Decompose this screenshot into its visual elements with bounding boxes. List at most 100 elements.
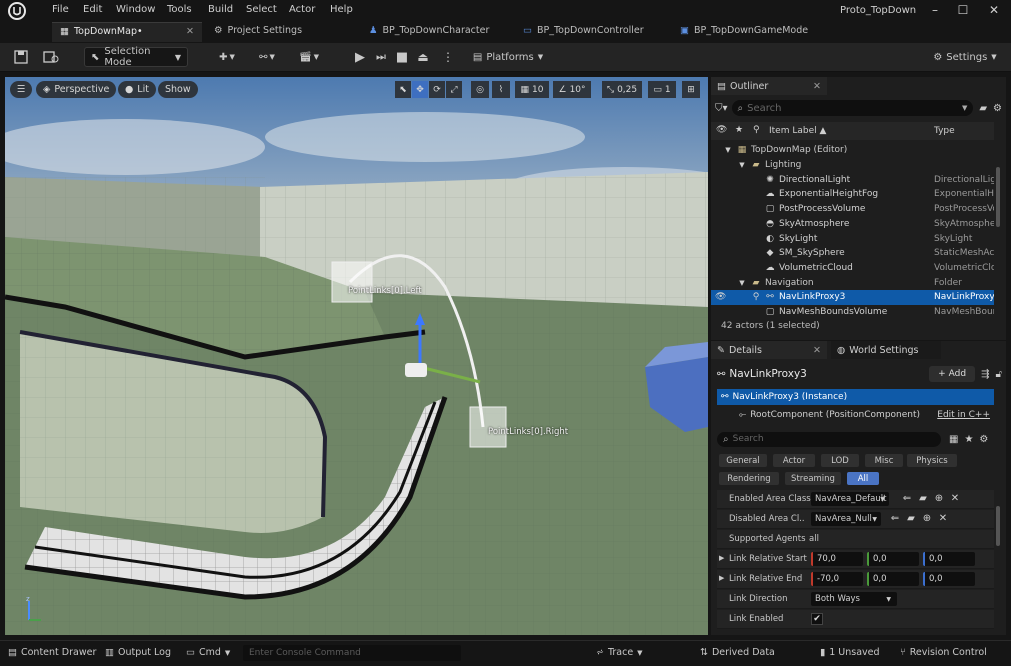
expand-arrow-icon[interactable]: ▼ bbox=[737, 160, 747, 170]
blueprint-convert-icon[interactable]: ⇶ bbox=[981, 369, 989, 380]
menu-edit[interactable]: Edit bbox=[83, 4, 102, 15]
maximize-icon[interactable]: ☐ bbox=[953, 3, 973, 19]
favorite-icon[interactable]: ★ bbox=[964, 434, 973, 445]
tab-bp-topdowncontroller[interactable]: ▭ BP_TopDownController bbox=[515, 22, 652, 42]
select-tool-icon[interactable]: ⬉ bbox=[395, 81, 411, 98]
visibility-column-icon[interactable]: 👁︎ bbox=[716, 125, 727, 135]
browse-icon[interactable]: ▰ bbox=[905, 513, 917, 525]
unsaved-button[interactable]: ▮ 1 Unsaved bbox=[820, 647, 880, 658]
level-viewport[interactable]: PointLinks[0].Left PointLinks[0].Right ☰… bbox=[5, 77, 708, 635]
outliner-row[interactable]: ◐ SkyLight SkyLight bbox=[711, 231, 994, 246]
type-header[interactable]: Type bbox=[934, 126, 955, 136]
rotation-snap-button[interactable]: ∠ 10° bbox=[553, 81, 591, 98]
browse-icon[interactable]: ▰ bbox=[917, 493, 929, 505]
details-scrollbar[interactable] bbox=[996, 506, 1000, 546]
world-space-icon[interactable]: ◎ bbox=[471, 81, 489, 98]
outliner-row[interactable]: ✺ DirectionalLight DirectionalLight bbox=[711, 172, 994, 187]
outliner-row[interactable]: ▢ NavMeshBoundsVolume NavMeshBoundsVolume bbox=[711, 305, 994, 320]
menu-build[interactable]: Build bbox=[208, 4, 233, 15]
close-tab-icon[interactable]: ✕ bbox=[813, 345, 821, 356]
actor-name[interactable]: NavLinkProxy3 bbox=[729, 368, 806, 380]
expand-arrow-icon[interactable]: ▶ bbox=[719, 554, 724, 562]
supported-agents-value[interactable]: all bbox=[809, 534, 819, 544]
category-lod[interactable]: LOD bbox=[821, 454, 859, 467]
expand-arrow-icon[interactable]: ▶ bbox=[719, 574, 724, 582]
outliner-row[interactable]: ◓ SkyAtmosphere SkyAtmosphere bbox=[711, 217, 994, 232]
item-label-header[interactable]: Item Label ▲ bbox=[769, 126, 826, 136]
lock-icon[interactable]: 🔓︎ bbox=[996, 369, 1002, 380]
trace-dropdown[interactable]: ⩫ Trace ▼ bbox=[596, 647, 643, 658]
tab-bp-topdowngamemode[interactable]: ▣ BP_TopDownGameMode bbox=[672, 22, 816, 42]
camera-speed-button[interactable]: ▭ 1 bbox=[648, 81, 676, 98]
pin-icon[interactable]: ⚲ bbox=[751, 292, 761, 302]
lit-button[interactable]: ● Lit bbox=[118, 81, 156, 98]
visibility-icon[interactable]: 👁︎ bbox=[715, 292, 726, 302]
eject-icon[interactable]: ⏏ bbox=[415, 47, 431, 67]
details-search-input[interactable]: ⌕ Search bbox=[717, 431, 941, 447]
content-browser-icon[interactable] bbox=[40, 47, 62, 67]
category-rendering[interactable]: Rendering bbox=[719, 472, 779, 485]
perspective-button[interactable]: ◈ Perspective bbox=[36, 81, 117, 98]
outliner-row[interactable]: 👁︎ ⚲ ⚯ NavLinkProxy3 NavLinkProxy bbox=[711, 290, 994, 305]
content-drawer-button[interactable]: ▤ Content Drawer bbox=[8, 647, 96, 658]
link-start-z-field[interactable]: 0,0 bbox=[923, 552, 975, 566]
link-enabled-checkbox[interactable]: ✔ bbox=[811, 613, 823, 625]
surface-snap-icon[interactable]: ⌇ bbox=[492, 81, 510, 98]
close-tab-icon[interactable]: ✕ bbox=[186, 26, 194, 37]
unreal-logo-icon[interactable] bbox=[8, 2, 26, 20]
category-misc[interactable]: Misc bbox=[865, 454, 903, 467]
link-end-z-field[interactable]: 0,0 bbox=[923, 572, 975, 586]
component-instance-row[interactable]: ⚯ NavLinkProxy3 (Instance) bbox=[717, 389, 994, 405]
menu-actor[interactable]: Actor bbox=[289, 4, 315, 15]
expand-arrow-icon[interactable]: ▼ bbox=[723, 145, 733, 155]
outliner-row[interactable]: ☁ ExponentialHeightFog ExponentialHeightFo… bbox=[711, 187, 995, 202]
link-end-x-field[interactable]: -70,0 bbox=[811, 572, 863, 586]
outliner-row[interactable]: ▼ ▦ TopDownMap (Editor) bbox=[711, 143, 994, 158]
add-component-button[interactable]: + Add bbox=[929, 366, 976, 382]
minimize-icon[interactable]: – bbox=[925, 3, 945, 19]
gear-icon[interactable]: ⚙ bbox=[993, 103, 1002, 114]
back-arrow-icon[interactable]: ⇐ bbox=[889, 513, 901, 525]
link-direction-dropdown[interactable]: Both Ways ▼ bbox=[811, 592, 897, 606]
outliner-scrollbar[interactable] bbox=[996, 167, 1000, 227]
play-options-icon[interactable]: ⋮ bbox=[438, 47, 458, 67]
expand-arrow-icon[interactable]: ▼ bbox=[737, 278, 747, 288]
filter-icon[interactable]: ⛉▾ bbox=[715, 103, 728, 114]
tab-outliner[interactable]: ▤ Outliner ✕ bbox=[711, 77, 827, 95]
grid-snap-button[interactable]: ▦ 10 bbox=[515, 81, 549, 98]
menu-help[interactable]: Help bbox=[330, 4, 353, 15]
link-start-y-field[interactable]: 0,0 bbox=[867, 552, 919, 566]
menu-select[interactable]: Select bbox=[246, 4, 277, 15]
link-end-y-field[interactable]: 0,0 bbox=[867, 572, 919, 586]
category-general[interactable]: General bbox=[719, 454, 767, 467]
pin-column-icon[interactable]: ⚲ bbox=[753, 125, 760, 135]
menu-tools[interactable]: Tools bbox=[167, 4, 192, 15]
tab-topdownmap[interactable]: ▦ TopDownMap• ✕ bbox=[52, 22, 202, 42]
enabled-area-class-dropdown[interactable]: NavArea_Default ▼ bbox=[811, 492, 889, 506]
blueprint-button[interactable]: ⚯ ▼ bbox=[252, 47, 282, 67]
close-icon[interactable]: ✕ bbox=[984, 3, 1004, 19]
save-icon[interactable] bbox=[10, 47, 32, 67]
add-icon[interactable]: ⊕ bbox=[921, 513, 933, 525]
close-tab-icon[interactable]: ✕ bbox=[813, 81, 821, 92]
revision-control-button[interactable]: ⑂ Revision Control bbox=[900, 647, 987, 658]
favorite-column-icon[interactable]: ★ bbox=[735, 125, 743, 135]
play-icon[interactable]: ▶ bbox=[352, 47, 368, 67]
stop-icon[interactable]: ■ bbox=[394, 47, 410, 67]
outliner-row[interactable]: ▼ ▰ Navigation Folder bbox=[711, 275, 994, 290]
tab-details[interactable]: ✎ Details ✕ bbox=[711, 341, 827, 359]
outliner-search-input[interactable]: ⌕ Search ▼ bbox=[731, 100, 974, 116]
add-icon[interactable]: ⊕ bbox=[933, 493, 945, 505]
menu-window[interactable]: Window bbox=[116, 4, 155, 15]
clear-icon[interactable]: ✕ bbox=[937, 513, 949, 525]
category-physics[interactable]: Physics bbox=[907, 454, 957, 467]
menu-file[interactable]: File bbox=[52, 4, 69, 15]
disabled-area-class-dropdown[interactable]: NavArea_Null ▼ bbox=[811, 512, 881, 526]
selection-mode-dropdown[interactable]: ⬉ Selection Mode ▼ bbox=[84, 46, 188, 68]
tab-bp-topdowncharacter[interactable]: ♟ BP_TopDownCharacter bbox=[361, 22, 497, 42]
settings-button[interactable]: ⚙ Settings ▼ bbox=[928, 47, 1002, 67]
output-log-button[interactable]: ▥ Output Log bbox=[105, 647, 171, 658]
clear-icon[interactable]: ✕ bbox=[949, 493, 961, 505]
outliner-row[interactable]: ◆ SM_SkySphere StaticMeshActor bbox=[711, 246, 994, 261]
tab-project-settings[interactable]: ⚙ Project Settings bbox=[206, 22, 310, 42]
